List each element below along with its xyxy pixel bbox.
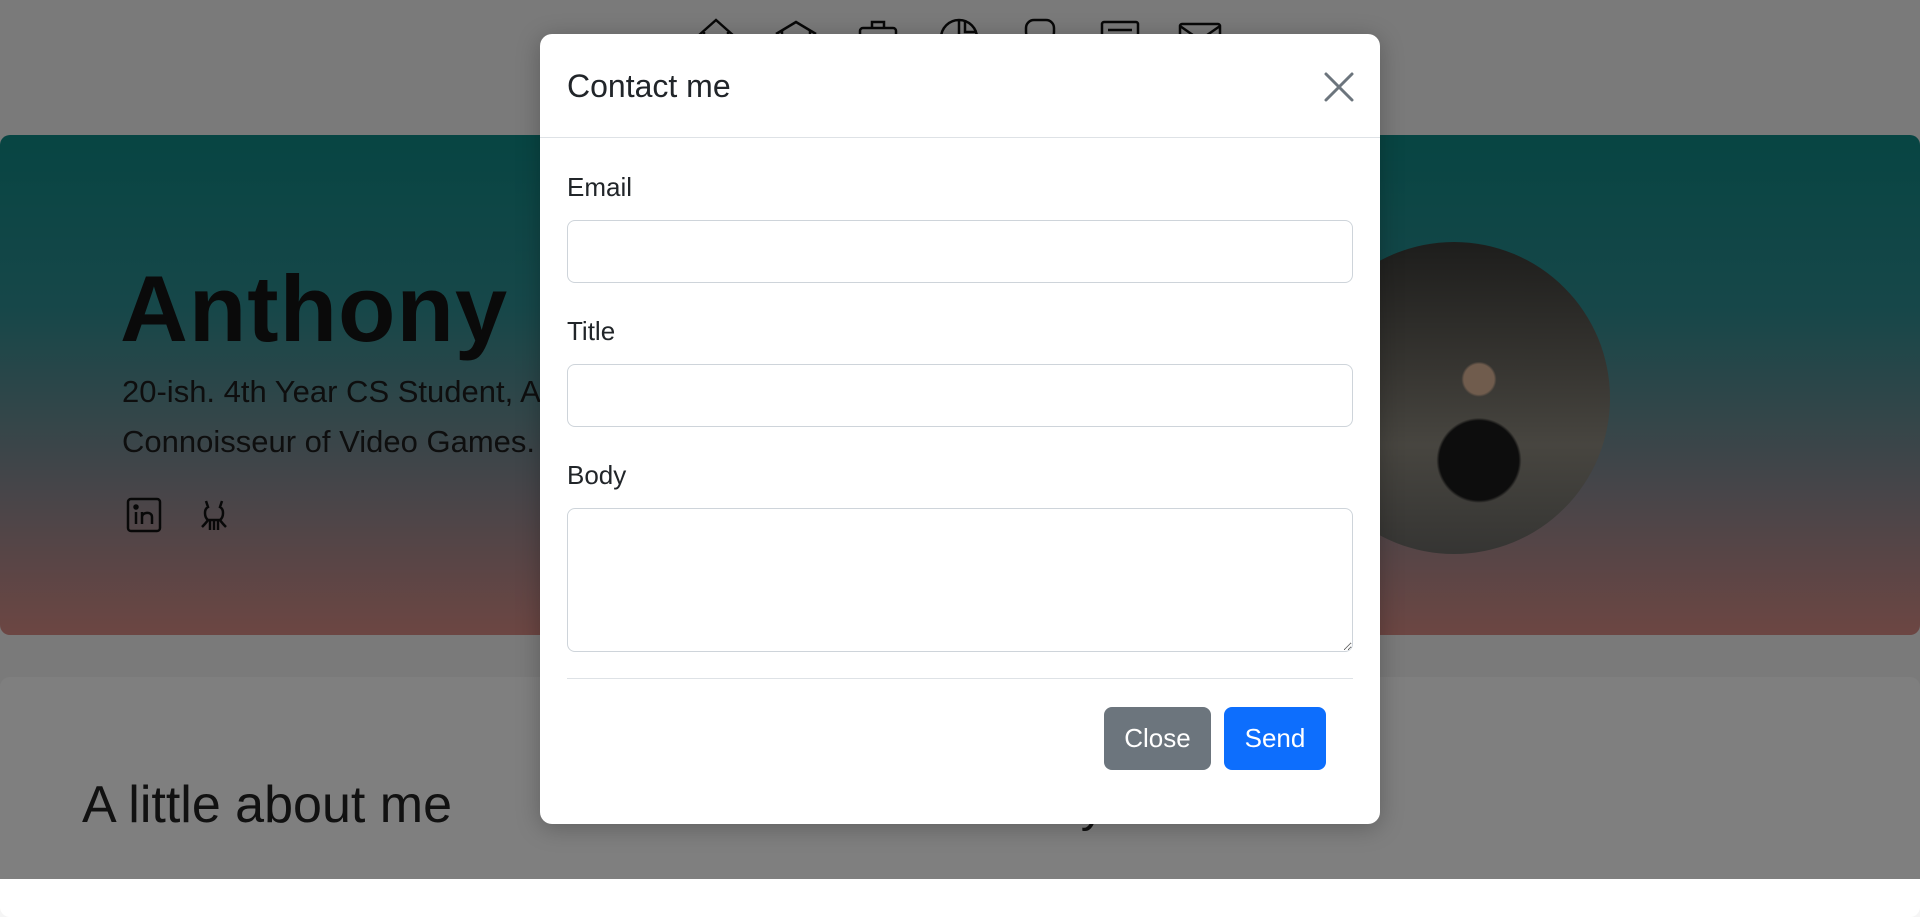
close-button[interactable]: Close bbox=[1104, 707, 1211, 770]
email-field[interactable] bbox=[567, 220, 1353, 283]
close-icon[interactable] bbox=[1320, 68, 1358, 106]
body-textarea[interactable] bbox=[567, 508, 1353, 652]
title-field[interactable] bbox=[567, 364, 1353, 427]
modal-header: Contact me bbox=[540, 34, 1380, 138]
send-button[interactable]: Send bbox=[1224, 707, 1326, 770]
contact-modal: Contact me Email Title Body Close Send bbox=[540, 34, 1380, 824]
title-label: Title bbox=[567, 316, 616, 346]
modal-title: Contact me bbox=[567, 68, 731, 104]
body-label: Body bbox=[567, 460, 627, 490]
email-label: Email bbox=[567, 172, 633, 202]
modal-footer-divider bbox=[567, 678, 1353, 679]
